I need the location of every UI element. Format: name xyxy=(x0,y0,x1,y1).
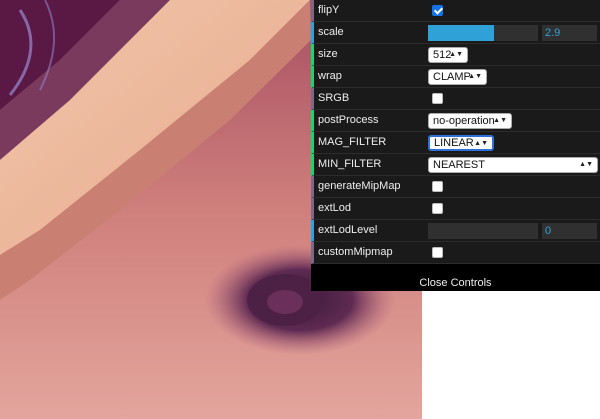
srgb-checkbox[interactable] xyxy=(432,93,443,104)
wrap-select-value: CLAMP xyxy=(433,71,471,83)
close-controls-button[interactable]: Close Controls xyxy=(311,276,600,291)
srgb-label: SRGB xyxy=(318,92,350,104)
row-mag-filter: MAG_FILTER LINEAR ▲▼ xyxy=(311,132,600,154)
scale-slider-fill xyxy=(428,25,494,41)
mag-filter-select-value: LINEAR xyxy=(434,137,474,149)
row-generatemipmap: generateMipMap xyxy=(311,176,600,198)
row-srgb: SRGB xyxy=(311,88,600,110)
row-wrap: wrap CLAMP ▲▼ xyxy=(311,66,600,88)
extlod-label: extLod xyxy=(318,202,352,214)
scale-label: scale xyxy=(318,26,344,38)
row-scale: scale 2.9 xyxy=(311,22,600,44)
row-min-filter: MIN_FILTER NEAREST ▲▼ xyxy=(311,154,600,176)
custommipmap-label: customMipmap xyxy=(318,246,393,258)
row-postprocess: postProcess no-operation ▲▼ xyxy=(311,110,600,132)
size-label: size xyxy=(318,48,338,60)
extlodlevel-slider[interactable] xyxy=(428,223,538,239)
postprocess-label: postProcess xyxy=(318,114,379,126)
row-flipy: flipY xyxy=(311,0,600,22)
scale-slider[interactable] xyxy=(428,25,538,41)
generatemipmap-checkbox[interactable] xyxy=(432,181,443,192)
flipy-label: flipY xyxy=(318,4,340,16)
extlodlevel-number-input[interactable]: 0 xyxy=(542,223,597,239)
min-filter-label: MIN_FILTER xyxy=(318,158,382,170)
min-filter-select-value: NEAREST xyxy=(433,159,485,171)
postprocess-select[interactable]: no-operation ▲▼ xyxy=(428,113,512,129)
extlod-checkbox[interactable] xyxy=(432,203,443,214)
wrap-select[interactable]: CLAMP ▲▼ xyxy=(428,69,487,85)
postprocess-select-value: no-operation xyxy=(433,115,495,127)
generatemipmap-label: generateMipMap xyxy=(318,180,401,192)
extlodlevel-label: extLodLevel xyxy=(318,224,378,236)
row-custommipmap: customMipmap xyxy=(311,242,600,264)
row-size: size 512 ▲▼ xyxy=(311,44,600,66)
wrap-label: wrap xyxy=(318,70,342,82)
chevron-updown-icon: ▲▼ xyxy=(474,140,488,147)
row-extlod: extLod xyxy=(311,198,600,220)
chevron-updown-icon: ▲▼ xyxy=(468,73,482,80)
chevron-updown-icon: ▲▼ xyxy=(579,161,593,168)
mag-filter-label: MAG_FILTER xyxy=(318,136,387,148)
size-select[interactable]: 512 ▲▼ xyxy=(428,47,468,63)
custommipmap-checkbox[interactable] xyxy=(432,247,443,258)
flipy-checkbox[interactable] xyxy=(432,5,443,16)
row-extlodlevel: extLodLevel 0 xyxy=(311,220,600,242)
mag-filter-select[interactable]: LINEAR ▲▼ xyxy=(428,135,494,151)
chevron-updown-icon: ▲▼ xyxy=(449,51,463,58)
controls-panel: flipY scale 2.9 size 512 ▲▼ wrap CLAMP ▲… xyxy=(311,0,600,291)
scale-number-input[interactable]: 2.9 xyxy=(542,25,597,41)
chevron-updown-icon: ▲▼ xyxy=(493,117,507,124)
min-filter-select[interactable]: NEAREST ▲▼ xyxy=(428,157,598,173)
